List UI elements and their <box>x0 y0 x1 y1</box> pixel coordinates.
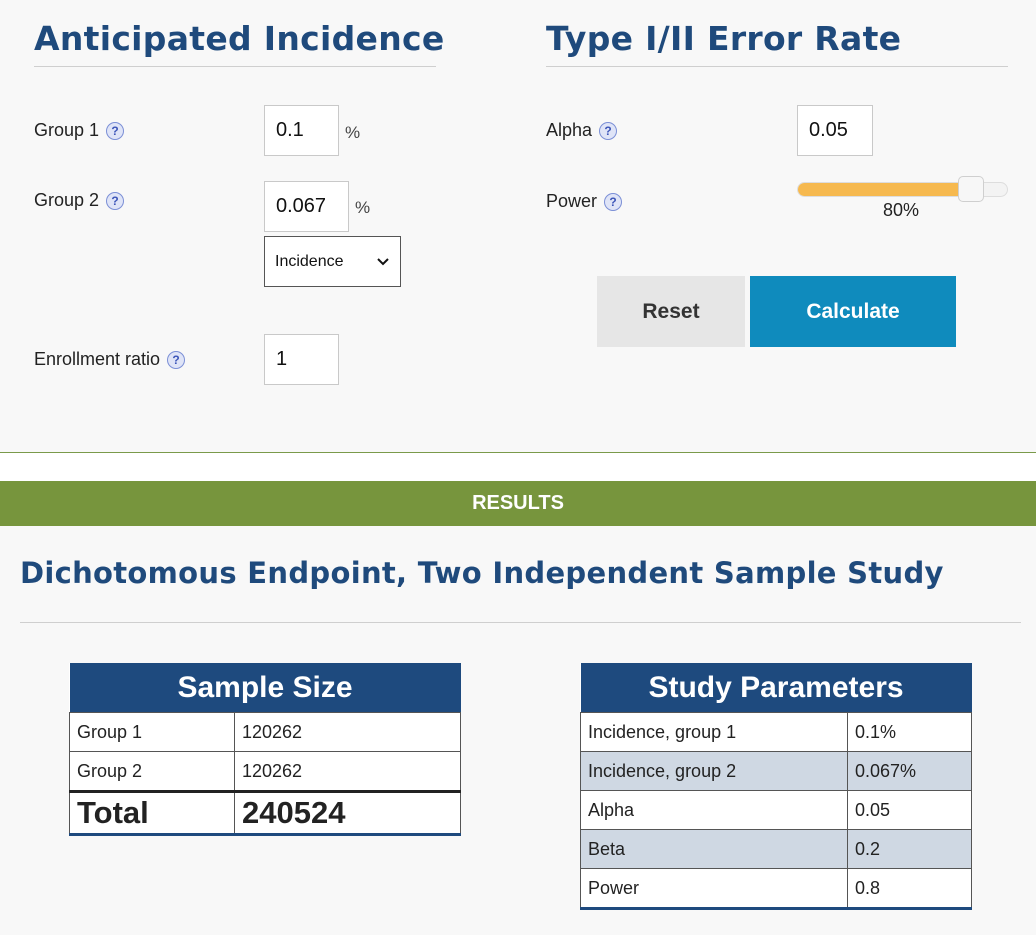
group2-input[interactable] <box>264 181 349 232</box>
table-row: Group 1 120262 <box>69 712 461 752</box>
error-rate-heading-rule <box>546 66 1008 67</box>
incidence-type-select-value: Incidence <box>275 252 344 270</box>
parameter-label: Incidence, group 1 <box>580 712 848 752</box>
incidence-heading-rule <box>34 66 436 67</box>
group2-label-text: Group 2 <box>34 190 100 210</box>
power-label-text: Power <box>546 191 598 211</box>
section-gap <box>0 453 1036 481</box>
sample-size-table: Sample Size Group 1 120262 Group 2 12026… <box>69 663 461 836</box>
power-value: 80% <box>883 200 920 220</box>
help-icon[interactable]: ? <box>106 121 125 140</box>
help-icon[interactable]: ? <box>106 191 125 210</box>
sample-size-row-label: Group 1 <box>69 712 235 752</box>
power-label: Power ? <box>546 191 623 212</box>
alpha-label-text: Alpha <box>546 120 593 140</box>
power-slider-fill <box>798 183 972 196</box>
enrollment-ratio-label: Enrollment ratio ? <box>34 349 186 370</box>
group1-label: Group 1 ? <box>34 120 125 141</box>
enrollment-ratio-label-text: Enrollment ratio <box>34 349 161 369</box>
total-row: Total 240524 <box>69 790 461 836</box>
parameter-value: 0.8 <box>847 868 972 910</box>
table-row: Incidence, group 2 0.067% <box>580 751 972 791</box>
parameter-label: Power <box>580 868 848 910</box>
parameter-value: 0.067% <box>847 751 972 791</box>
sample-size-row-value: 120262 <box>234 712 461 752</box>
enrollment-ratio-input[interactable] <box>264 334 339 385</box>
group1-input[interactable] <box>264 105 339 156</box>
parameter-label: Beta <box>580 829 848 869</box>
group2-label: Group 2 ? <box>34 190 125 211</box>
alpha-label: Alpha ? <box>546 120 618 141</box>
help-icon[interactable]: ? <box>599 121 618 140</box>
help-icon[interactable]: ? <box>604 192 623 211</box>
power-slider-handle[interactable] <box>958 176 985 202</box>
error-rate-heading: Type I/II Error Rate <box>546 19 902 58</box>
table-row: Incidence, group 1 0.1% <box>580 712 972 752</box>
power-slider[interactable] <box>797 176 1008 202</box>
study-parameters-table: Study Parameters Incidence, group 1 0.1%… <box>580 663 972 910</box>
group1-unit: % <box>345 123 361 142</box>
total-label: Total <box>69 790 235 836</box>
table-row: Alpha 0.05 <box>580 790 972 830</box>
table-row: Group 2 120262 <box>69 751 461 792</box>
sample-size-row-label: Group 2 <box>69 751 235 792</box>
study-parameters-title: Study Parameters <box>580 663 972 713</box>
anticipated-incidence-heading: Anticipated Incidence <box>34 19 445 58</box>
study-title: Dichotomous Endpoint, Two Independent Sa… <box>20 556 944 590</box>
help-icon[interactable]: ? <box>167 350 186 369</box>
parameter-label: Alpha <box>580 790 848 830</box>
group1-label-text: Group 1 <box>34 120 100 140</box>
incidence-type-select[interactable]: Incidence <box>264 236 401 287</box>
parameter-value: 0.2 <box>847 829 972 869</box>
alpha-input[interactable] <box>797 105 873 156</box>
sample-size-row-value: 120262 <box>234 751 461 792</box>
calculate-button[interactable]: Calculate <box>750 276 956 347</box>
study-title-rule <box>20 622 1021 623</box>
chevron-down-icon <box>377 257 389 265</box>
group2-unit: % <box>355 198 371 217</box>
table-row: Beta 0.2 <box>580 829 972 869</box>
reset-button[interactable]: Reset <box>597 276 745 347</box>
results-bar: RESULTS <box>0 481 1036 526</box>
parameter-label: Incidence, group 2 <box>580 751 848 791</box>
table-row: Power 0.8 <box>580 868 972 910</box>
parameter-value: 0.1% <box>847 712 972 752</box>
sample-size-title: Sample Size <box>69 663 461 713</box>
parameter-value: 0.05 <box>847 790 972 830</box>
total-value: 240524 <box>234 790 461 836</box>
